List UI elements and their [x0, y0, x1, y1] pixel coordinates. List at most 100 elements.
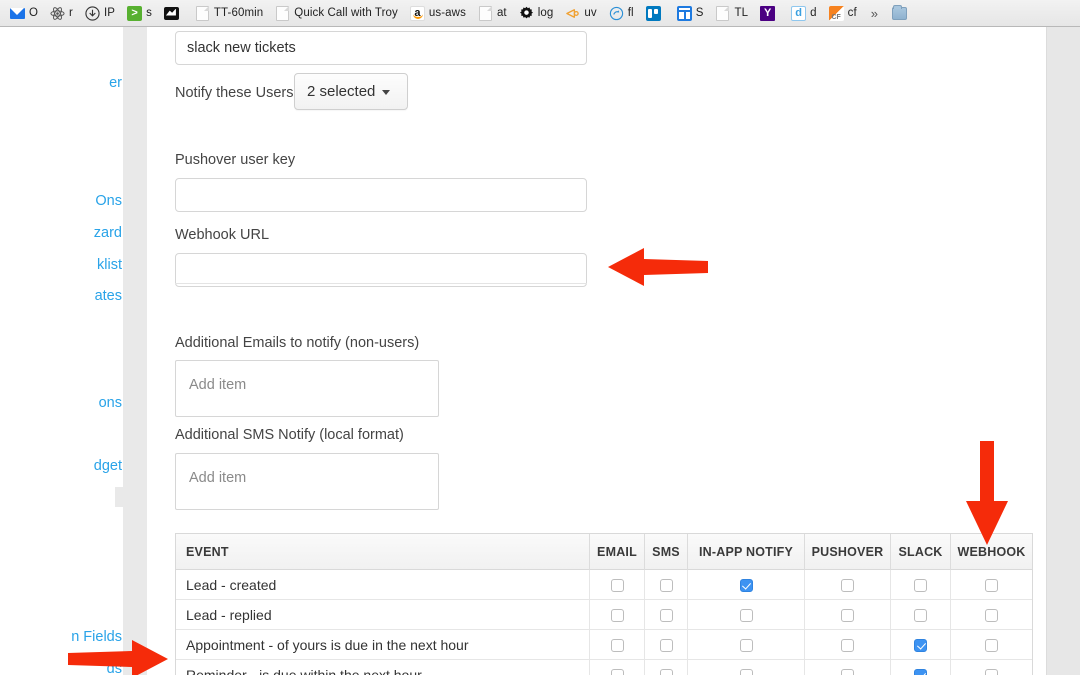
- checkbox-webhook[interactable]: [985, 578, 998, 592]
- bookmark-item-us-aws[interactable]: a us-aws: [405, 3, 471, 24]
- bookmark-item-ip[interactable]: IP: [80, 3, 120, 24]
- bookmark-item-tt60min[interactable]: TT-60min: [190, 3, 268, 24]
- bookmark-item-r[interactable]: r: [45, 3, 78, 24]
- photo-icon: [163, 6, 179, 21]
- checkbox-sms[interactable]: [659, 668, 673, 675]
- checkbox-in-app[interactable]: [739, 578, 753, 592]
- sidebar-item-1[interactable]: Ons: [95, 193, 123, 209]
- table-cell-slack[interactable]: [890, 570, 950, 600]
- table-cell-email[interactable]: [589, 600, 644, 630]
- table-cell-webhook[interactable]: [950, 600, 1032, 630]
- additional-sms-input[interactable]: Add item: [175, 453, 439, 510]
- table-cell-sms[interactable]: [644, 660, 687, 675]
- sidebar-item-2[interactable]: zard: [94, 225, 123, 241]
- table-header-pushover[interactable]: PUSHOVER: [804, 534, 890, 570]
- checkbox-webhook[interactable]: [985, 638, 998, 652]
- pushover-user-key-input[interactable]: [175, 178, 587, 212]
- table-cell-pushover[interactable]: [804, 600, 890, 630]
- table-cell-in-app[interactable]: [687, 630, 804, 660]
- sidebar-item-6[interactable]: dget: [94, 458, 123, 474]
- cloudflare-icon: CF: [828, 5, 844, 21]
- table-cell-webhook[interactable]: [950, 660, 1032, 675]
- bookmark-item-fl[interactable]: fl: [604, 3, 639, 24]
- checkbox-email[interactable]: [610, 608, 624, 622]
- channel-name-input[interactable]: slack new tickets: [175, 31, 587, 65]
- checkbox-slack[interactable]: [914, 578, 927, 592]
- checkbox-pushover[interactable]: [841, 668, 854, 675]
- table-cell-webhook[interactable]: [950, 630, 1032, 660]
- trello-icon: [645, 5, 661, 21]
- table-cell-slack[interactable]: [890, 660, 950, 675]
- table-cell-sms[interactable]: [644, 630, 687, 660]
- bookmark-item-quick-call[interactable]: Quick Call with Troy: [270, 3, 403, 24]
- table-cell-event: Lead - created: [186, 577, 277, 593]
- checkbox-sms[interactable]: [659, 608, 673, 622]
- table-header-sms[interactable]: SMS: [644, 534, 687, 570]
- checkbox-sms[interactable]: [659, 578, 673, 592]
- pushover-user-key-label: Pushover user key: [175, 152, 296, 168]
- table-header-in-app[interactable]: IN-APP NOTIFY: [687, 534, 804, 570]
- table-cell-sms[interactable]: [644, 570, 687, 600]
- table-cell-pushover[interactable]: [804, 660, 890, 675]
- table-row[interactable]: Reminder - is due within the next hour: [176, 660, 1032, 675]
- sidebar-item-5[interactable]: ons: [99, 395, 123, 411]
- notify-users-dropdown[interactable]: 2 selected: [294, 73, 408, 110]
- checkbox-webhook[interactable]: [985, 668, 998, 675]
- checkbox-email[interactable]: [610, 638, 624, 652]
- sidebar-item-4[interactable]: ates: [95, 288, 123, 304]
- checkbox-pushover[interactable]: [841, 638, 854, 652]
- checkbox-in-app[interactable]: [739, 638, 753, 652]
- checkbox-slack[interactable]: [914, 638, 927, 652]
- bookmark-overflow-button[interactable]: »: [863, 6, 886, 21]
- bookmark-item-o[interactable]: O: [5, 3, 43, 24]
- additional-emails-label: Additional Emails to notify (non-users): [175, 335, 420, 351]
- table-cell-in-app[interactable]: [687, 660, 804, 675]
- table-cell-slack[interactable]: [890, 630, 950, 660]
- table-header-slack[interactable]: SLACK: [890, 534, 950, 570]
- bookmark-item-tl[interactable]: TL: [710, 3, 753, 24]
- checkbox-email[interactable]: [610, 578, 624, 592]
- webhook-url-input[interactable]: [175, 253, 587, 287]
- table-cell-sms[interactable]: [644, 600, 687, 630]
- sidebar-active-marker: [115, 487, 123, 507]
- table-cell-in-app[interactable]: [687, 600, 804, 630]
- table-cell-pushover[interactable]: [804, 630, 890, 660]
- table-header-event[interactable]: EVENT: [176, 534, 589, 570]
- checkbox-sms[interactable]: [659, 638, 673, 652]
- table-cell-pushover[interactable]: [804, 570, 890, 600]
- table-row[interactable]: Appointment - of yours is due in the nex…: [176, 630, 1032, 660]
- bookmark-item-cf[interactable]: CF cf: [824, 3, 862, 24]
- checkbox-in-app[interactable]: [739, 668, 753, 675]
- table-cell-email[interactable]: [589, 630, 644, 660]
- bookmark-item-photo[interactable]: [159, 3, 188, 24]
- bookmark-item-uv[interactable]: uv: [560, 3, 601, 24]
- checkbox-slack[interactable]: [914, 608, 927, 622]
- checkbox-pushover[interactable]: [841, 608, 854, 622]
- bookmark-label: us-aws: [428, 7, 466, 19]
- checkbox-slack[interactable]: [914, 668, 927, 675]
- table-cell-slack[interactable]: [890, 600, 950, 630]
- bookmark-folder[interactable]: [887, 3, 912, 24]
- table-header-email[interactable]: EMAIL: [589, 534, 644, 570]
- bookmark-item-s[interactable]: > s: [122, 3, 157, 24]
- bookmark-item-log[interactable]: log: [514, 3, 559, 24]
- table-cell-webhook[interactable]: [950, 570, 1032, 600]
- bookmark-item-ycombinator[interactable]: Y: [755, 3, 784, 24]
- table-row[interactable]: Lead - replied: [176, 600, 1032, 630]
- checkbox-webhook[interactable]: [985, 608, 998, 622]
- bookmark-item-d[interactable]: d d: [786, 3, 822, 24]
- bookmark-item-s2[interactable]: S: [672, 3, 709, 24]
- checkbox-pushover[interactable]: [841, 578, 854, 592]
- additional-emails-input[interactable]: Add item: [175, 360, 439, 417]
- sidebar-item-0[interactable]: er: [109, 75, 123, 91]
- bookmark-item-trello[interactable]: [641, 3, 670, 24]
- checkbox-email[interactable]: [610, 668, 624, 675]
- bookmark-item-at[interactable]: at: [473, 3, 512, 24]
- checkbox-in-app[interactable]: [739, 608, 753, 622]
- sidebar-item-3[interactable]: klist: [97, 257, 123, 273]
- table-cell-in-app[interactable]: [687, 570, 804, 600]
- table-cell-email[interactable]: [589, 660, 644, 675]
- table-cell-email[interactable]: [589, 570, 644, 600]
- table-row[interactable]: Lead - created: [176, 570, 1032, 600]
- page-icon: [275, 5, 290, 21]
